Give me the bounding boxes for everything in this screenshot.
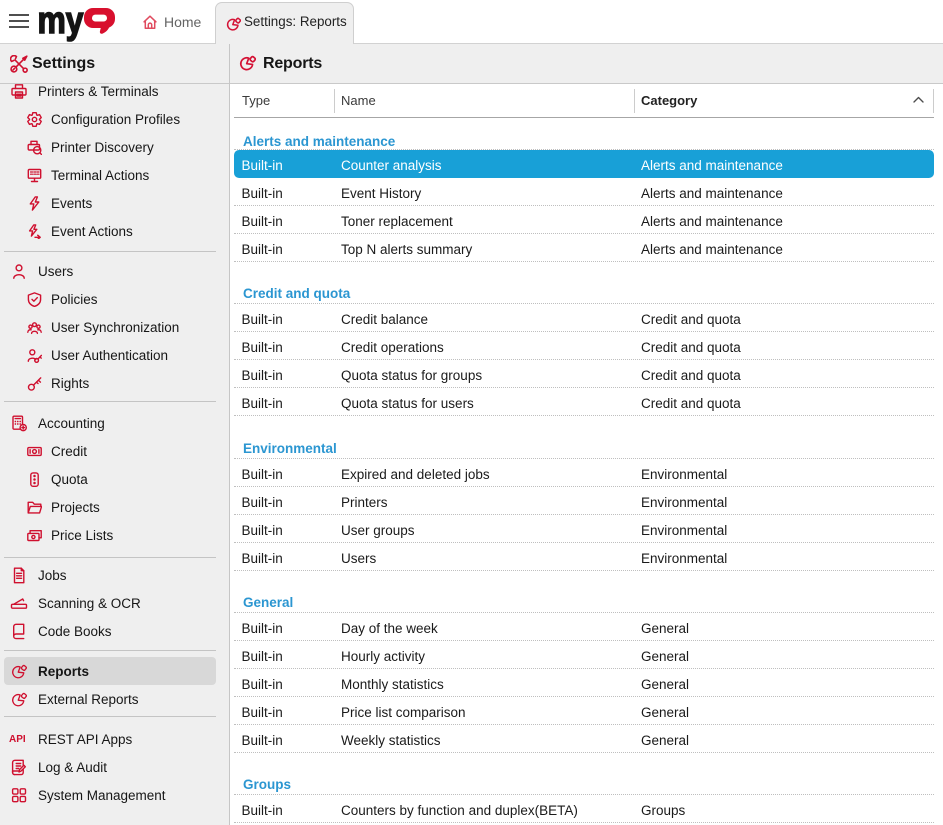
- svg-text:my: my: [38, 0, 84, 42]
